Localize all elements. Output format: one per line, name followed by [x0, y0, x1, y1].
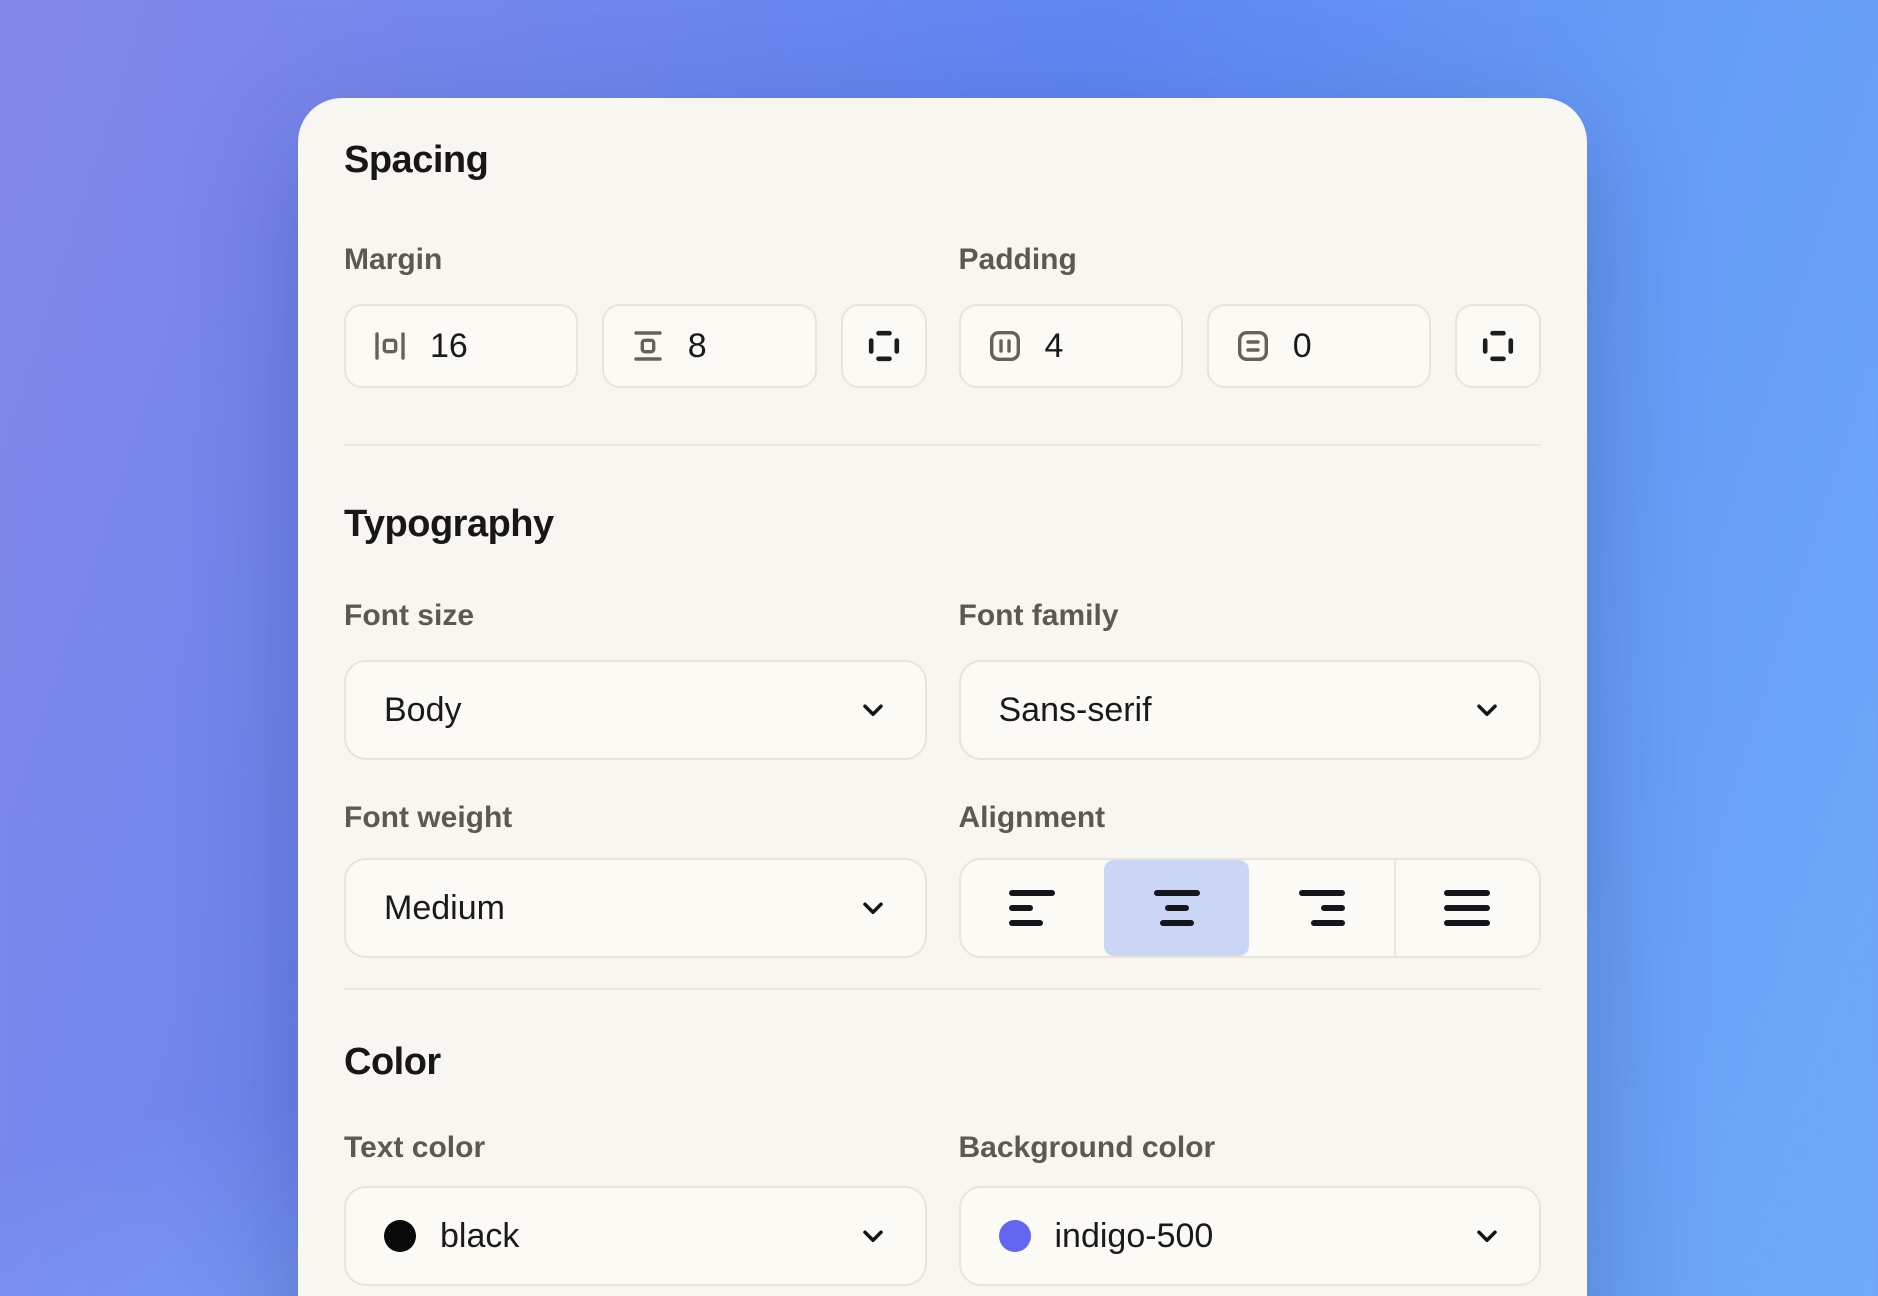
text-color-select[interactable]: black	[344, 1186, 927, 1286]
typography-section-title: Typography	[344, 502, 1541, 546]
margin-vertical-icon	[630, 328, 666, 364]
text-color-value: black	[440, 1217, 519, 1256]
divider	[344, 444, 1541, 446]
align-center-icon	[1154, 890, 1200, 926]
background-color-value: indigo-500	[1055, 1217, 1214, 1256]
align-left-button[interactable]	[961, 860, 1104, 956]
align-right-icon	[1299, 890, 1345, 926]
text-color-swatch	[384, 1220, 416, 1252]
margin-vertical-value: 8	[688, 327, 707, 366]
margin-horizontal-value: 16	[430, 327, 468, 366]
font-weight-select[interactable]: Medium	[344, 858, 927, 958]
alignment-segmented-control	[959, 858, 1542, 958]
align-left-icon	[1009, 890, 1055, 926]
background-color-swatch	[999, 1220, 1031, 1252]
padding-individual-sides-icon	[1480, 328, 1516, 364]
background-color-select[interactable]: indigo-500	[959, 1186, 1542, 1286]
chevron-down-icon	[1471, 694, 1503, 726]
margin-horizontal-icon	[372, 328, 408, 364]
padding-vertical-input[interactable]: 0	[1207, 304, 1431, 388]
align-right-button[interactable]	[1249, 860, 1394, 956]
font-weight-value: Medium	[384, 889, 505, 928]
text-color-label: Text color	[344, 1130, 927, 1166]
padding-horizontal-value: 4	[1045, 327, 1064, 366]
align-justify-icon	[1444, 890, 1490, 926]
margin-label: Margin	[344, 242, 927, 278]
margin-individual-sides-button[interactable]	[841, 304, 927, 388]
font-size-select[interactable]: Body	[344, 660, 927, 760]
spacing-section-title: Spacing	[344, 138, 1541, 182]
font-size-label: Font size	[344, 598, 927, 634]
font-weight-label: Font weight	[344, 800, 927, 836]
margin-vertical-input[interactable]: 8	[602, 304, 817, 388]
chevron-down-icon	[857, 1220, 889, 1252]
font-size-value: Body	[384, 691, 462, 730]
color-section-title: Color	[344, 1040, 1541, 1084]
style-editor-panel: Spacing Margin Padding 16	[298, 98, 1587, 1296]
divider	[344, 988, 1541, 990]
align-center-button[interactable]	[1104, 860, 1249, 956]
padding-horizontal-input[interactable]: 4	[959, 304, 1183, 388]
font-family-value: Sans-serif	[999, 691, 1152, 730]
chevron-down-icon	[857, 892, 889, 924]
background-color-label: Background color	[959, 1130, 1542, 1166]
margin-horizontal-input[interactable]: 16	[344, 304, 578, 388]
padding-individual-sides-button[interactable]	[1455, 304, 1541, 388]
padding-label: Padding	[959, 242, 1542, 278]
alignment-label: Alignment	[959, 800, 1542, 836]
font-family-label: Font family	[959, 598, 1542, 634]
chevron-down-icon	[857, 694, 889, 726]
padding-vertical-icon	[1235, 328, 1271, 364]
font-family-select[interactable]: Sans-serif	[959, 660, 1542, 760]
chevron-down-icon	[1471, 1220, 1503, 1252]
margin-controls: 16 8	[344, 304, 927, 388]
margin-individual-sides-icon	[866, 328, 902, 364]
padding-horizontal-icon	[987, 328, 1023, 364]
padding-vertical-value: 0	[1293, 327, 1312, 366]
align-justify-button[interactable]	[1394, 860, 1539, 956]
padding-controls: 4 0	[959, 304, 1542, 388]
